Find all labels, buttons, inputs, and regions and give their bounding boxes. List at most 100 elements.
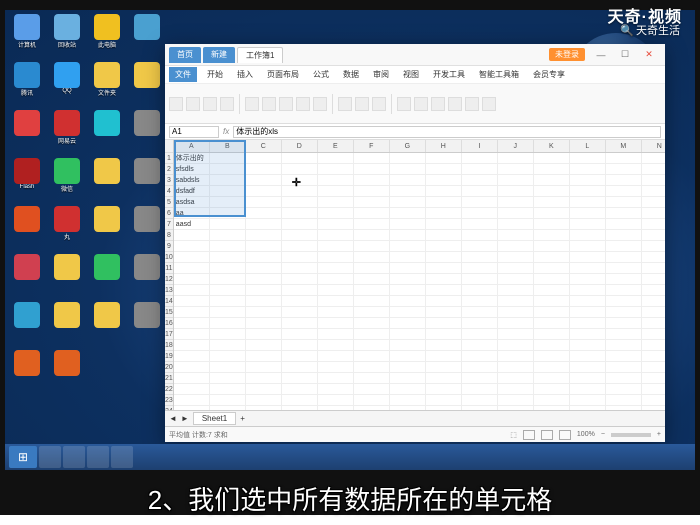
cell[interactable] bbox=[354, 373, 390, 383]
cell[interactable] bbox=[354, 208, 390, 218]
cell[interactable] bbox=[174, 285, 210, 295]
cell[interactable] bbox=[210, 406, 246, 410]
cell[interactable] bbox=[354, 351, 390, 361]
column-header[interactable]: E bbox=[318, 140, 354, 152]
cell[interactable] bbox=[246, 230, 282, 240]
column-header[interactable]: C bbox=[246, 140, 282, 152]
desktop-icon[interactable] bbox=[129, 206, 165, 250]
cell[interactable] bbox=[534, 329, 570, 339]
view-normal-icon[interactable] bbox=[523, 430, 535, 440]
column-header[interactable]: M bbox=[606, 140, 642, 152]
menu-item[interactable]: 开发工具 bbox=[429, 69, 469, 80]
desktop-icon[interactable] bbox=[129, 14, 165, 58]
cell[interactable] bbox=[246, 274, 282, 284]
toolbar-button[interactable] bbox=[482, 97, 496, 111]
cell[interactable] bbox=[534, 384, 570, 394]
cell[interactable] bbox=[246, 296, 282, 306]
row-header[interactable]: 5 bbox=[165, 197, 173, 208]
cell[interactable] bbox=[390, 153, 426, 163]
desktop-icon[interactable] bbox=[129, 158, 165, 202]
cell[interactable] bbox=[354, 241, 390, 251]
cell[interactable] bbox=[642, 219, 665, 229]
cell[interactable] bbox=[462, 285, 498, 295]
cell[interactable] bbox=[318, 164, 354, 174]
cell[interactable] bbox=[390, 252, 426, 262]
cell[interactable] bbox=[642, 208, 665, 218]
desktop-icon[interactable] bbox=[89, 206, 125, 250]
taskbar-item[interactable] bbox=[111, 446, 133, 468]
cell[interactable] bbox=[282, 296, 318, 306]
cell[interactable] bbox=[642, 252, 665, 262]
taskbar-item[interactable] bbox=[87, 446, 109, 468]
cell[interactable] bbox=[318, 186, 354, 196]
align-left-button[interactable] bbox=[338, 97, 352, 111]
toolbar-button[interactable] bbox=[414, 97, 428, 111]
cell[interactable] bbox=[354, 318, 390, 328]
cell[interactable] bbox=[426, 329, 462, 339]
row-header[interactable]: 18 bbox=[165, 340, 173, 351]
cell[interactable] bbox=[390, 296, 426, 306]
desktop-icon[interactable]: 此电脑 bbox=[89, 14, 125, 58]
row-header[interactable]: 21 bbox=[165, 373, 173, 384]
maximize-button[interactable]: ☐ bbox=[613, 47, 637, 63]
row-header[interactable]: 3 bbox=[165, 175, 173, 186]
cell[interactable] bbox=[498, 219, 534, 229]
toolbar-button[interactable] bbox=[431, 97, 445, 111]
cell[interactable] bbox=[570, 318, 606, 328]
cell[interactable] bbox=[210, 263, 246, 273]
cell[interactable] bbox=[318, 351, 354, 361]
cell[interactable] bbox=[282, 373, 318, 383]
cell[interactable] bbox=[642, 318, 665, 328]
toolbar-button[interactable] bbox=[245, 97, 259, 111]
cell[interactable] bbox=[606, 362, 642, 372]
cell[interactable] bbox=[462, 384, 498, 394]
cell[interactable] bbox=[210, 307, 246, 317]
cell[interactable] bbox=[246, 263, 282, 273]
cell[interactable]: dsfadf bbox=[174, 186, 210, 196]
cell[interactable] bbox=[354, 263, 390, 273]
cell[interactable] bbox=[426, 395, 462, 405]
cell[interactable] bbox=[606, 164, 642, 174]
desktop-icon[interactable]: 微信 bbox=[49, 158, 85, 202]
cell[interactable] bbox=[210, 241, 246, 251]
cell[interactable] bbox=[174, 252, 210, 262]
cell[interactable] bbox=[462, 329, 498, 339]
cell[interactable] bbox=[246, 406, 282, 410]
cell[interactable] bbox=[210, 384, 246, 394]
cell[interactable] bbox=[642, 186, 665, 196]
spreadsheet-grid[interactable]: 1234567891011121314151617181920212223242… bbox=[165, 140, 665, 410]
cell[interactable] bbox=[462, 362, 498, 372]
cell[interactable] bbox=[174, 263, 210, 273]
cell[interactable] bbox=[390, 362, 426, 372]
row-header[interactable]: 1 bbox=[165, 153, 173, 164]
italic-button[interactable] bbox=[296, 97, 310, 111]
row-header[interactable]: 6 bbox=[165, 208, 173, 219]
cell[interactable] bbox=[318, 406, 354, 410]
document-tab[interactable]: 新建 bbox=[203, 47, 235, 63]
desktop-icon[interactable]: 计算机 bbox=[9, 14, 45, 58]
underline-button[interactable] bbox=[313, 97, 327, 111]
cell[interactable] bbox=[462, 395, 498, 405]
cell[interactable] bbox=[390, 395, 426, 405]
minimize-button[interactable]: — bbox=[589, 47, 613, 63]
cell[interactable] bbox=[606, 351, 642, 361]
cell[interactable] bbox=[318, 307, 354, 317]
cell[interactable]: sabdsls bbox=[174, 175, 210, 185]
column-header[interactable]: N bbox=[642, 140, 665, 152]
cell[interactable] bbox=[498, 362, 534, 372]
row-header[interactable]: 15 bbox=[165, 307, 173, 318]
cell[interactable] bbox=[174, 274, 210, 284]
cell[interactable] bbox=[246, 186, 282, 196]
cell[interactable]: aa bbox=[174, 208, 210, 218]
cell[interactable] bbox=[282, 318, 318, 328]
fx-icon[interactable]: fx bbox=[223, 127, 229, 136]
cell[interactable] bbox=[606, 406, 642, 410]
cell[interactable] bbox=[606, 175, 642, 185]
cell[interactable] bbox=[606, 230, 642, 240]
cell[interactable] bbox=[210, 186, 246, 196]
cell[interactable] bbox=[642, 263, 665, 273]
cell[interactable] bbox=[390, 329, 426, 339]
cell[interactable] bbox=[606, 197, 642, 207]
menu-item[interactable]: 插入 bbox=[233, 69, 257, 80]
row-header[interactable]: 19 bbox=[165, 351, 173, 362]
